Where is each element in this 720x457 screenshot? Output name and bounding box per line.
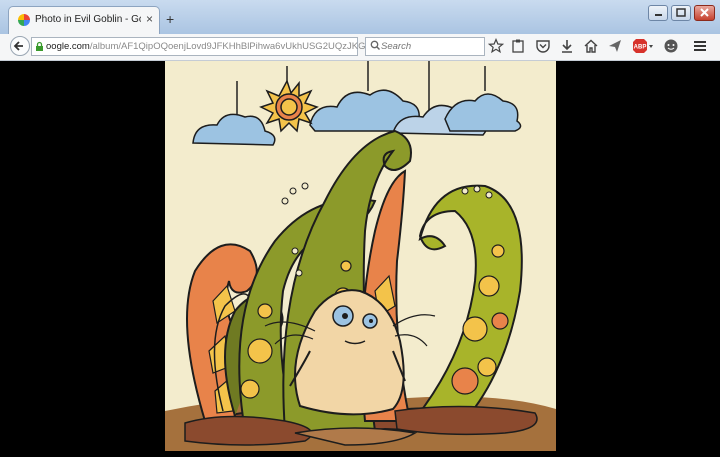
new-tab-button[interactable]: + — [166, 12, 174, 26]
navigation-bar: oogle.com/album/AF1QipOQoenjLovd9JFKHhBl… — [0, 34, 720, 61]
search-bar[interactable] — [365, 37, 485, 56]
svg-text:ABP: ABP — [634, 45, 647, 51]
home-icon[interactable] — [583, 38, 599, 54]
photo-viewer — [0, 61, 720, 457]
send-icon[interactable] — [607, 38, 623, 54]
bookmark-star-icon[interactable] — [488, 38, 504, 54]
download-icon[interactable] — [559, 38, 575, 54]
url-bar[interactable]: oogle.com/album/AF1QipOQoenjLovd9JFKHhBl… — [31, 36, 383, 56]
pocket-icon[interactable] — [535, 38, 551, 54]
tab-photo[interactable]: Photo in Evil Goblin - Goo… × — [8, 6, 160, 34]
minimize-icon — [655, 14, 662, 16]
chat-icon[interactable] — [663, 38, 679, 54]
maximize-icon — [676, 8, 686, 17]
tab-close-icon[interactable]: × — [146, 12, 153, 26]
reading-list-icon[interactable] — [510, 38, 526, 54]
menu-icon[interactable] — [692, 38, 708, 54]
back-button[interactable] — [10, 36, 30, 56]
title-bar: Photo in Evil Goblin - Goo… × + — [0, 0, 720, 34]
browser-window: Photo in Evil Goblin - Goo… × + oogle.co… — [0, 0, 720, 457]
close-window-button[interactable] — [694, 5, 715, 21]
google-photos-icon — [18, 14, 30, 26]
minimize-button[interactable] — [648, 5, 668, 21]
search-input[interactable] — [381, 39, 481, 54]
goblin-illustration — [165, 61, 556, 451]
lock-icon — [36, 41, 43, 51]
close-icon — [700, 8, 709, 17]
adblock-icon[interactable]: ABP — [632, 38, 654, 54]
search-icon — [370, 40, 380, 50]
url-text: oogle.com/album/AF1QipOQoenjLovd9JFKHhBl… — [46, 41, 366, 52]
maximize-button[interactable] — [671, 5, 691, 21]
back-arrow-icon — [13, 41, 23, 51]
tab-title: Photo in Evil Goblin - Goo… — [35, 14, 141, 25]
